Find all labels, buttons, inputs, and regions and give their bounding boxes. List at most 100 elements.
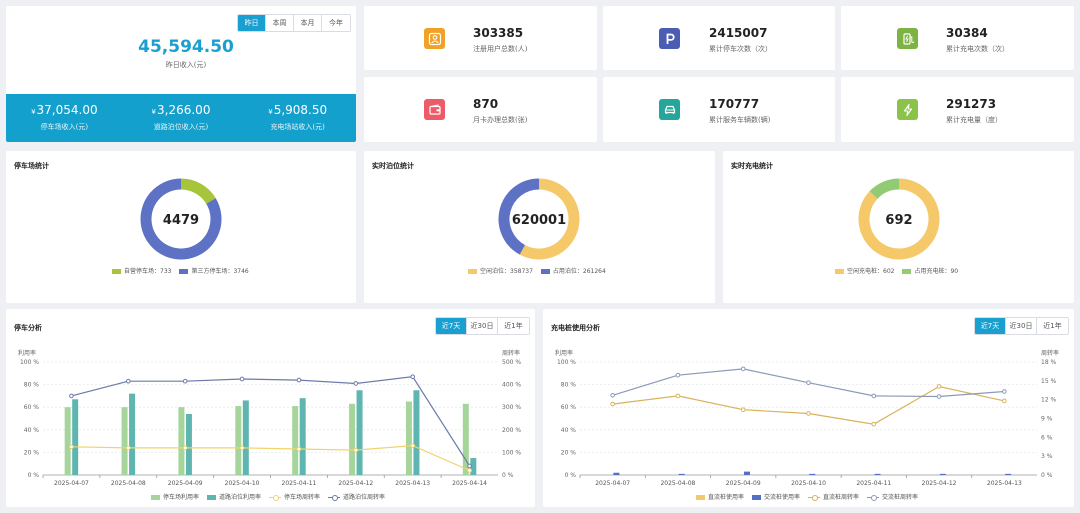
legend-item[interactable]: 停车场周转率 xyxy=(269,492,320,501)
bar[interactable] xyxy=(356,390,363,475)
line-point[interactable] xyxy=(871,421,877,427)
y-right-tick-label: 300 % xyxy=(502,404,521,411)
stat-label: 累计停车次数（次） xyxy=(709,45,772,53)
line-point[interactable] xyxy=(806,411,811,416)
line-point[interactable] xyxy=(1002,398,1007,404)
line-point[interactable] xyxy=(936,394,942,399)
y-left-tick-label: 60 % xyxy=(24,404,40,411)
y-right-tick-label: 100 % xyxy=(502,449,521,456)
donut-legend: 空闲泊位：358737 占用泊位：261264 xyxy=(468,266,606,275)
tab-this-year[interactable]: 今年 xyxy=(322,15,350,31)
legend-item[interactable]: 交流桩使用率 xyxy=(752,492,800,501)
line-point[interactable] xyxy=(1002,389,1007,394)
bar[interactable] xyxy=(72,399,79,475)
stat-label: 月卡办理总数(张) xyxy=(473,116,528,124)
legend-item[interactable]: 道路泊位周转率 xyxy=(328,492,385,501)
bar[interactable] xyxy=(405,401,412,475)
line-point[interactable] xyxy=(467,463,472,469)
legend-item[interactable]: 停车场利用率 xyxy=(151,492,199,501)
parking-analysis-chart: 利用率 周转率 0 % 20 % 40 % 60 % 80 % 100 % 0 % 100 % 20… xyxy=(18,349,521,487)
y-left-tick-label: 100 % xyxy=(20,359,39,366)
stat-value: 291273 xyxy=(946,97,997,111)
bar[interactable] xyxy=(242,400,249,475)
bar[interactable] xyxy=(178,407,185,475)
line-point[interactable] xyxy=(126,445,131,451)
x-tick-label: 2025-04-09 xyxy=(168,480,203,487)
tab-yesterday[interactable]: 昨日 xyxy=(238,15,266,31)
legend-item[interactable]: 直流桩使用率 xyxy=(696,492,744,501)
y-left-axis-label: 利用率 xyxy=(555,349,573,357)
line-point[interactable] xyxy=(675,393,681,399)
line-point[interactable] xyxy=(610,401,615,407)
wallet-icon xyxy=(424,99,445,120)
bar[interactable] xyxy=(613,472,620,475)
bar[interactable] xyxy=(235,406,242,475)
line-point[interactable] xyxy=(675,372,681,378)
donut-total: 692 xyxy=(885,213,912,228)
legend-item[interactable]: 占用泊位：261264 xyxy=(540,266,606,275)
bar[interactable] xyxy=(678,473,685,475)
line-point[interactable] xyxy=(467,468,472,473)
stat-parking-count: 2415007 累计停车次数（次） xyxy=(603,6,835,70)
line-point[interactable] xyxy=(410,443,415,448)
line-point[interactable] xyxy=(69,393,74,399)
line-point[interactable] xyxy=(69,444,74,450)
road-berth-revenue-label: 道路泊位收入(元) xyxy=(153,123,209,131)
stat-value: 170777 xyxy=(709,97,760,111)
line-point[interactable] xyxy=(610,392,615,398)
charging-donut: 692 xyxy=(858,178,940,260)
bar[interactable] xyxy=(292,406,299,475)
bar[interactable] xyxy=(185,413,192,475)
line-point[interactable] xyxy=(126,378,131,384)
legend-item[interactable]: 第三方停车场：3746 xyxy=(179,266,249,275)
stat-value: 2415007 xyxy=(709,26,768,40)
tab-this-month[interactable]: 本月 xyxy=(294,15,322,31)
legend-item[interactable]: 道路泊位利用率 xyxy=(207,492,261,501)
bar[interactable] xyxy=(349,403,356,475)
line-point[interactable] xyxy=(936,384,942,389)
legend-item[interactable]: 空闲充电桩：602 xyxy=(835,266,894,275)
bar[interactable] xyxy=(121,407,128,475)
bar[interactable] xyxy=(939,473,946,475)
legend-item[interactable]: 交流桩周转率 xyxy=(867,492,918,501)
legend-item[interactable]: 自营停车场：733 xyxy=(112,266,171,275)
donut-segment[interactable] xyxy=(180,178,216,205)
legend-item[interactable]: 占用充电桩：90 xyxy=(902,266,958,275)
parking-lot-revenue-label: 停车场收入(元) xyxy=(40,123,89,131)
line-point[interactable] xyxy=(806,380,811,386)
line-point[interactable] xyxy=(871,393,877,399)
line-point[interactable] xyxy=(182,378,188,384)
y-right-tick-label: 12 % xyxy=(1041,397,1057,404)
bar[interactable] xyxy=(299,398,306,475)
line-point[interactable] xyxy=(740,407,746,413)
stat-label: 注册用户总数(人) xyxy=(473,45,528,53)
legend-item[interactable]: 直流桩周转率 xyxy=(808,492,859,501)
bar[interactable] xyxy=(874,473,881,475)
bar[interactable] xyxy=(1005,473,1012,475)
parking-lot-donut: 4479 xyxy=(140,178,222,260)
bar[interactable] xyxy=(64,407,71,475)
line-point[interactable] xyxy=(239,445,245,451)
line-point[interactable] xyxy=(182,445,188,451)
line-point[interactable] xyxy=(410,374,415,379)
bar[interactable] xyxy=(743,471,750,475)
card-title: 停车场统计 xyxy=(14,162,49,170)
line-point[interactable] xyxy=(296,446,302,452)
bar[interactable] xyxy=(129,393,136,475)
line-point[interactable] xyxy=(740,366,746,372)
charging-usage-chart: 利用率 周转率 0 % 20 % 40 % 60 % 80 % 100 % 0 % 3 % 6 % 9… xyxy=(555,349,1059,487)
y-right-tick-label: 500 % xyxy=(502,359,521,366)
tab-this-week[interactable]: 本周 xyxy=(266,15,294,31)
line-point[interactable] xyxy=(353,381,359,386)
bar[interactable] xyxy=(809,473,816,475)
line-point[interactable] xyxy=(239,376,245,382)
legend-item[interactable]: 空闲泊位：358737 xyxy=(468,266,533,275)
currency-symbol: ¥ xyxy=(268,108,273,116)
y-left-tick-label: 80 % xyxy=(561,382,577,389)
line-point[interactable] xyxy=(296,377,302,383)
revenue-summary: 45,594.50 昨日收入(元) xyxy=(6,37,356,70)
bar[interactable] xyxy=(413,390,420,475)
line-point[interactable] xyxy=(353,447,359,453)
revenue-card: 昨日 本周 本月 今年 45,594.50 昨日收入(元) ¥37,054.00… xyxy=(6,6,356,142)
donut-segment[interactable] xyxy=(869,178,900,200)
